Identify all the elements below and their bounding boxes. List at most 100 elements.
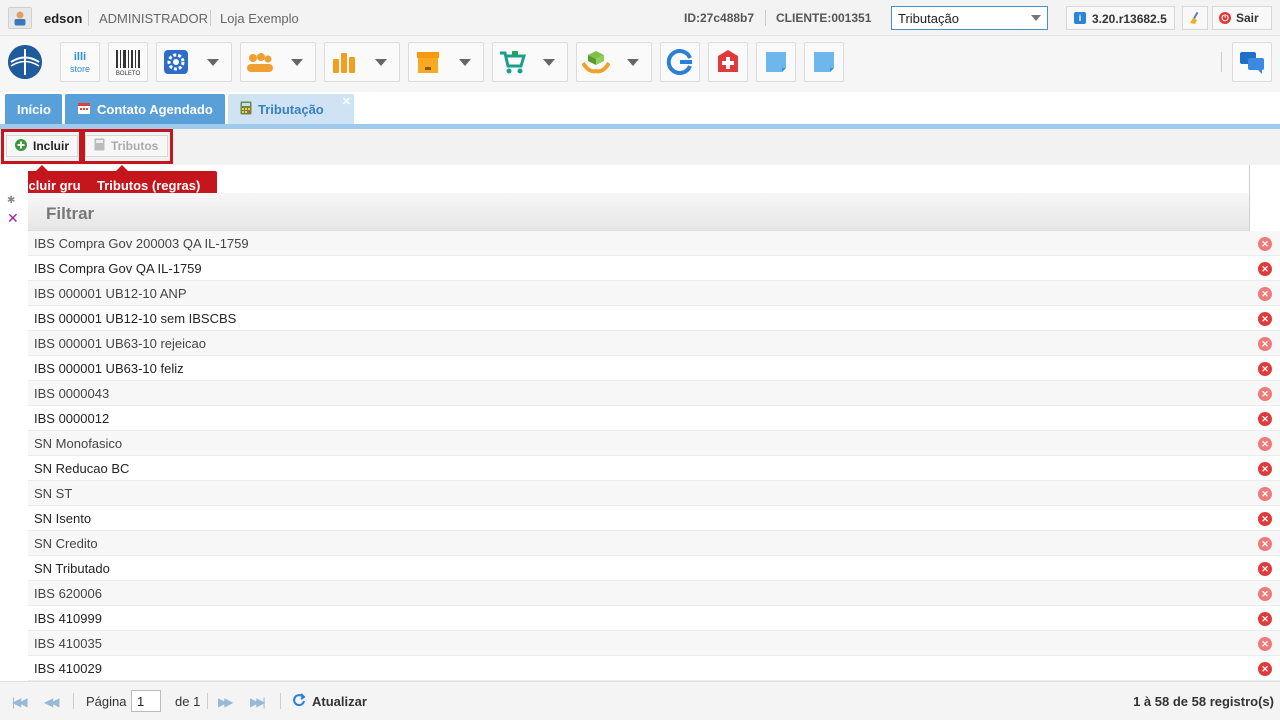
partners-menu-button[interactable] [576, 42, 652, 82]
delete-icon[interactable]: ✕ [1258, 287, 1272, 301]
logout-label: Sair [1236, 11, 1259, 25]
last-page-icon[interactable]: ▶▶| [250, 695, 265, 709]
table-row[interactable]: IBS 620006 ✕ [28, 581, 1280, 606]
row-name: IBS 000001 UB63-10 rejeicao [34, 336, 207, 351]
calculator-icon [240, 101, 252, 118]
row-name: IBS 410035 [34, 636, 102, 651]
page-count: de 1 [175, 694, 201, 709]
pagination-bar: |◀◀ ◀◀ Página 1 de 1 ▶▶ ▶▶| Atualizar 1 … [0, 681, 1280, 720]
people-icon [241, 43, 278, 81]
chat-icon [1233, 43, 1271, 81]
delete-icon[interactable]: ✕ [1258, 362, 1272, 376]
row-name: IBS 410029 [34, 661, 102, 676]
row-name: SN Tributado [34, 561, 110, 576]
delete-icon[interactable]: ✕ [1258, 587, 1272, 601]
table-row[interactable]: IBS 000001 UB12-10 ANP ✕ [28, 281, 1280, 306]
sales-menu-button[interactable] [492, 42, 568, 82]
row-name: IBS 410999 [34, 611, 102, 626]
refresh-label: Atualizar [312, 694, 367, 709]
row-name: IBS Compra Gov QA IL-1759 [34, 261, 202, 276]
first-page-icon[interactable]: |◀◀ [12, 695, 27, 709]
stock-menu-button[interactable] [408, 42, 484, 82]
delete-icon[interactable]: ✕ [1258, 637, 1272, 651]
delete-icon[interactable]: ✕ [1258, 237, 1272, 251]
delete-icon[interactable]: ✕ [1258, 337, 1272, 351]
delete-icon[interactable]: ✕ [1258, 612, 1272, 626]
chevron-down-icon [194, 43, 231, 81]
delete-icon[interactable]: ✕ [1258, 562, 1272, 576]
row-name: IBS Compra Gov 200003 QA IL-1759 [34, 236, 249, 251]
note-icon [805, 43, 843, 81]
delete-icon[interactable]: ✕ [1258, 387, 1272, 401]
clear-cache-button[interactable] [1182, 6, 1208, 30]
delete-icon[interactable]: ✕ [1258, 487, 1272, 501]
tab-tributacao[interactable]: Tributação ✕ [228, 94, 354, 125]
settings-menu-button[interactable] [156, 42, 232, 82]
page-input[interactable]: 1 [131, 690, 161, 712]
records-list: IBS Compra Gov 200003 QA IL-1759 ✕ IBS Com… [28, 231, 1280, 681]
table-row[interactable]: IBS 0000012 ✕ [28, 406, 1280, 431]
top-header: edson ADMINISTRADOR Loja Exemplo ID:27c4… [0, 0, 1280, 36]
previous-page-icon[interactable]: ◀◀ [44, 695, 60, 709]
table-row[interactable]: IBS 000001 UB12-10 sem IBSCBS ✕ [28, 306, 1280, 331]
table-row[interactable]: IBS 000001 UB63-10 feliz ✕ [28, 356, 1280, 381]
divider [1221, 52, 1222, 72]
notes-button[interactable] [756, 42, 796, 82]
notes-button-2[interactable] [804, 42, 844, 82]
tributos-button-label: Tributos [111, 139, 159, 153]
filter-header[interactable]: Filtrar [28, 193, 1250, 231]
divider [88, 10, 89, 26]
version-button[interactable]: i 3.20.r13682.5 [1066, 6, 1175, 30]
close-icon[interactable]: ✕ [342, 95, 351, 108]
tributos-button[interactable]: Tributos [85, 135, 168, 157]
tab-inicio[interactable]: Início [5, 94, 62, 125]
delete-icon[interactable]: ✕ [1258, 462, 1272, 476]
action-toolbar: Incluir Tributos [0, 129, 1280, 165]
app-logo[interactable] [8, 45, 42, 79]
people-menu-button[interactable] [240, 42, 316, 82]
delete-icon[interactable]: ✕ [1258, 312, 1272, 326]
table-row[interactable]: IBS Compra Gov QA IL-1759 ✕ [28, 256, 1280, 281]
table-row[interactable]: SN ST ✕ [28, 481, 1280, 506]
refresh-button[interactable]: Atualizar [292, 693, 367, 710]
module-toolbar: illi store BOLETO [0, 36, 1280, 92]
user-avatar-icon[interactable] [8, 7, 32, 29]
page-label: Página [86, 694, 127, 709]
table-row[interactable]: SN Tributado ✕ [28, 556, 1280, 581]
illi-store-button[interactable]: illi store [60, 42, 100, 82]
add-button[interactable]: Incluir [6, 135, 78, 157]
calendar-icon [77, 101, 91, 118]
table-row[interactable]: IBS 410029 ✕ [28, 656, 1280, 681]
gear-icon[interactable]: ✱ [7, 195, 15, 206]
row-name: IBS 000001 UB63-10 feliz [34, 361, 184, 376]
module-select[interactable]: Tributação [891, 6, 1048, 30]
divider [73, 693, 74, 709]
table-row[interactable]: IBS 0000043 ✕ [28, 381, 1280, 406]
svg-text:store: store [70, 64, 90, 74]
table-row[interactable]: IBS 410999 ✕ [28, 606, 1280, 631]
delete-icon[interactable]: ✕ [1258, 437, 1272, 451]
tab-contato-agendado[interactable]: Contato Agendado [65, 94, 225, 125]
delete-icon[interactable]: ✕ [1258, 662, 1272, 676]
delete-icon[interactable]: ✕ [1258, 262, 1272, 276]
table-row[interactable]: IBS 410035 ✕ [28, 631, 1280, 656]
sync-button[interactable] [660, 42, 700, 82]
next-page-icon[interactable]: ▶▶ [218, 695, 234, 709]
reports-menu-button[interactable] [324, 42, 400, 82]
table-row[interactable]: SN Monofasico ✕ [28, 431, 1280, 456]
logout-button[interactable]: ⏻ Sair [1212, 6, 1272, 30]
boleto-button[interactable]: BOLETO [108, 42, 148, 82]
delete-icon[interactable]: ✕ [1258, 512, 1272, 526]
row-name: SN Isento [34, 511, 92, 526]
row-name: IBS 620006 [34, 586, 102, 601]
delete-icon[interactable]: ✕ [1258, 537, 1272, 551]
table-row[interactable]: SN Credito ✕ [28, 531, 1280, 556]
chat-button[interactable] [1232, 42, 1272, 82]
table-row[interactable]: IBS Compra Gov 200003 QA IL-1759 ✕ [28, 231, 1280, 256]
clear-filter-icon[interactable]: ✕ [7, 210, 19, 227]
table-row[interactable]: SN Reducao BC ✕ [28, 456, 1280, 481]
table-row[interactable]: SN Isento ✕ [28, 506, 1280, 531]
support-button[interactable] [708, 42, 748, 82]
table-row[interactable]: IBS 000001 UB63-10 rejeicao ✕ [28, 331, 1280, 356]
delete-icon[interactable]: ✕ [1258, 412, 1272, 426]
